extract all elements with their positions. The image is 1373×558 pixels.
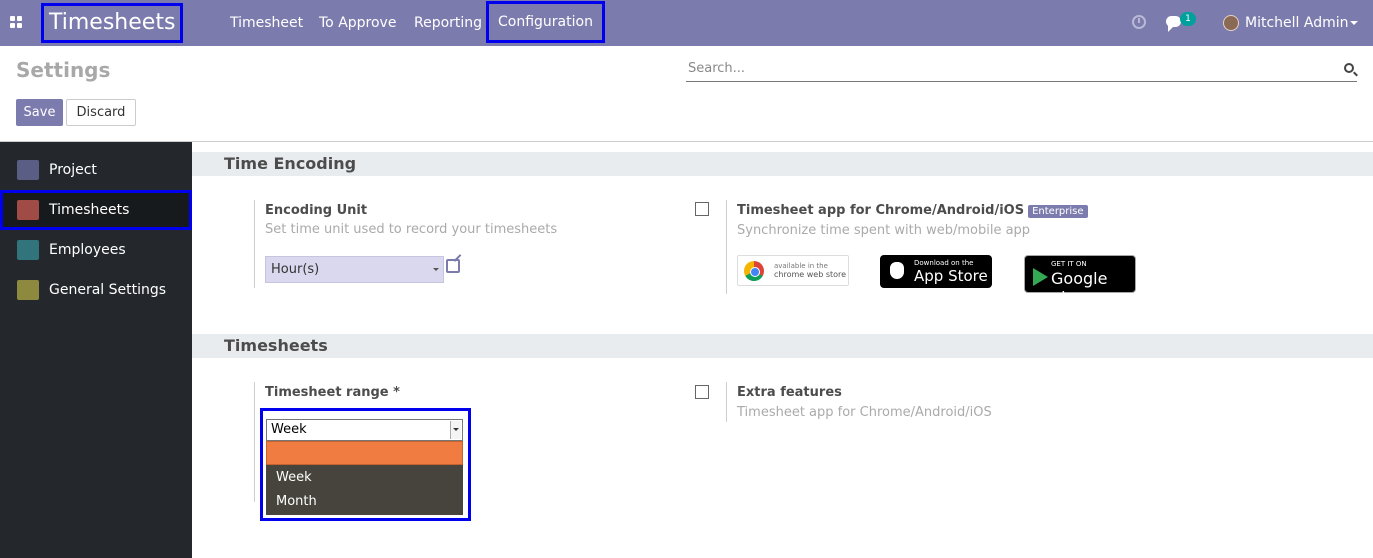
user-menu[interactable]: Mitchell Admin bbox=[1245, 0, 1349, 46]
google-play-icon bbox=[1033, 268, 1048, 286]
chat-count-badge: 1 bbox=[1180, 12, 1196, 26]
sidebar-item-employees[interactable]: Employees bbox=[0, 230, 192, 270]
page-title: Settings bbox=[16, 58, 111, 82]
range-option-empty[interactable] bbox=[266, 441, 463, 465]
chevron-down-icon[interactable] bbox=[450, 421, 461, 439]
sidebar-item-general-settings[interactable]: General Settings bbox=[0, 270, 192, 310]
app-brand[interactable]: Timesheets bbox=[41, 3, 183, 43]
activity-clock-icon[interactable] bbox=[1132, 15, 1146, 29]
google-badge-line2: Google play bbox=[1051, 269, 1108, 307]
timesheet-range-label: Timesheet range * bbox=[265, 385, 400, 400]
range-option-week[interactable]: Week bbox=[266, 466, 463, 490]
encoding-unit-label: Encoding Unit bbox=[265, 203, 368, 218]
project-icon bbox=[17, 160, 39, 180]
google-play-badge[interactable]: GET IT ON Google play bbox=[1024, 255, 1136, 307]
sidebar-item-label: Employees bbox=[49, 242, 126, 258]
external-link-icon[interactable] bbox=[446, 259, 460, 273]
divider bbox=[726, 200, 727, 294]
employees-icon bbox=[17, 240, 39, 260]
menu-reporting[interactable]: Reporting bbox=[414, 0, 482, 46]
extra-features-label: Extra features bbox=[737, 385, 842, 400]
sidebar-item-label: Timesheets bbox=[49, 202, 130, 218]
search-input[interactable]: Search... bbox=[686, 57, 1357, 82]
chat-icon[interactable] bbox=[1166, 16, 1181, 32]
apple-icon bbox=[890, 262, 904, 279]
sidebar-item-timesheets[interactable]: Timesheets bbox=[0, 190, 192, 230]
google-badge-line1: GET IT ON bbox=[1051, 260, 1087, 268]
mobile-app-checkbox[interactable] bbox=[695, 202, 709, 216]
section-header-time-encoding: Time Encoding bbox=[192, 152, 1373, 176]
chrome-icon bbox=[744, 261, 764, 281]
avatar[interactable] bbox=[1223, 15, 1239, 31]
encoding-unit-select[interactable]: Hour(s) bbox=[265, 256, 444, 283]
sidebar-item-label: Project bbox=[49, 162, 97, 178]
discard-button[interactable]: Discard bbox=[66, 99, 136, 126]
range-option-month[interactable]: Month bbox=[266, 490, 463, 514]
gear-icon bbox=[17, 280, 39, 300]
stopwatch-icon bbox=[17, 200, 39, 220]
top-navbar: Timesheets Timesheet To Approve Reportin… bbox=[0, 0, 1373, 46]
divider bbox=[254, 200, 255, 288]
save-button[interactable]: Save bbox=[16, 99, 63, 126]
mobile-app-label-text: Timesheet app for Chrome/Android/iOS bbox=[737, 203, 1025, 218]
chrome-web-store-badge[interactable]: available in the chrome web store bbox=[737, 255, 849, 286]
timesheet-range-value: Week bbox=[271, 422, 307, 437]
timesheet-range-select[interactable]: Week bbox=[266, 419, 463, 441]
mobile-app-description: Synchronize time spent with web/mobile a… bbox=[737, 223, 1031, 238]
settings-sidebar: Project Timesheets Employees General Set… bbox=[0, 142, 192, 558]
divider bbox=[254, 382, 255, 502]
menu-configuration[interactable]: Configuration bbox=[486, 1, 605, 43]
chevron-down-icon[interactable] bbox=[1350, 21, 1358, 29]
apps-menu-icon[interactable] bbox=[10, 16, 22, 28]
extra-features-checkbox[interactable] bbox=[695, 385, 709, 399]
section-header-timesheets: Timesheets bbox=[192, 334, 1373, 358]
enterprise-badge: Enterprise bbox=[1028, 205, 1088, 218]
app-store-badge[interactable]: Download on the App Store bbox=[880, 255, 992, 288]
apple-badge-line1: Download on the bbox=[914, 259, 974, 267]
sidebar-item-label: General Settings bbox=[49, 282, 167, 298]
sidebar-item-project[interactable]: Project bbox=[0, 150, 192, 190]
encoding-unit-description: Set time unit used to record your timesh… bbox=[265, 222, 558, 237]
mobile-app-label: Timesheet app for Chrome/Android/iOS Ente… bbox=[737, 203, 1088, 218]
search-icon[interactable] bbox=[1344, 63, 1354, 73]
apple-badge-line2: App Store bbox=[914, 267, 988, 285]
extra-features-description: Timesheet app for Chrome/Android/iOS bbox=[737, 405, 992, 420]
divider bbox=[0, 141, 1373, 142]
menu-to-approve[interactable]: To Approve bbox=[319, 0, 396, 46]
divider bbox=[726, 382, 727, 422]
timesheet-range-options: Week Month bbox=[266, 441, 463, 515]
chrome-badge-line2: chrome web store bbox=[774, 270, 847, 279]
menu-timesheet[interactable]: Timesheet bbox=[230, 0, 303, 46]
